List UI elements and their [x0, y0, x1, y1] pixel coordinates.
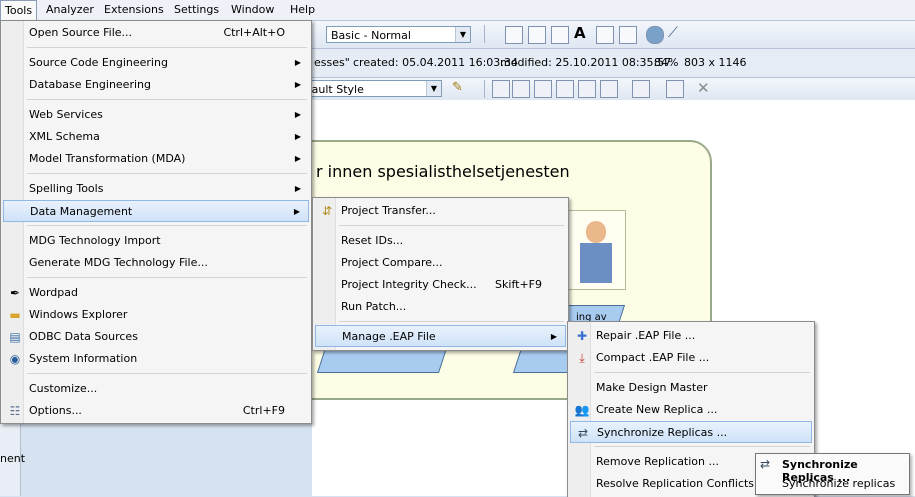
menu-tools[interactable]: Tools	[0, 0, 38, 21]
panel-label-fragment: nent	[0, 452, 26, 465]
connector-icon[interactable]: ⟋	[668, 25, 678, 41]
menu-bar: Tools Analyzer Extensions Settings Windo…	[0, 0, 915, 21]
modified-timestamp: modified: 25.10.2011 08:35:57	[500, 56, 672, 69]
document-icon[interactable]	[551, 26, 569, 44]
style-combo[interactable]: Basic - Normal ▼	[326, 26, 471, 43]
menu-item-odbc-data-sources[interactable]: ▤ ODBC Data Sources	[3, 326, 309, 348]
style-combo-value: Basic - Normal	[331, 29, 411, 42]
globe-icon[interactable]	[646, 26, 664, 44]
menu-extensions[interactable]: Extensions	[100, 0, 168, 20]
compact-icon: ⤓	[579, 351, 585, 365]
menu-item-run-patch[interactable]: Run Patch...	[315, 296, 566, 318]
font-style-combo[interactable]: efault Style ▼	[296, 80, 442, 97]
sync-icon: ⇄	[760, 457, 771, 471]
wordpad-icon: ✒	[9, 286, 21, 300]
package-title: r innen spesialisthelsetjenesten	[316, 162, 570, 181]
menu-item-project-compare[interactable]: Project Compare...	[315, 252, 566, 274]
people-icon: 👥	[574, 403, 590, 417]
sync-icon: ⇄	[577, 426, 589, 440]
menu-item-system-information[interactable]: ◉ System Information	[3, 348, 309, 370]
person-body	[580, 243, 612, 283]
menu-item-create-new-replica[interactable]: 👥 Create New Replica ...	[570, 399, 812, 421]
paint-icon[interactable]: ✎	[452, 80, 463, 95]
diagram-name: esses"	[314, 56, 350, 69]
toolbar-separator	[484, 80, 485, 98]
align-bottom-icon[interactable]	[556, 80, 574, 98]
menu-item-model-transformation[interactable]: Model Transformation (MDA) ▶	[3, 148, 309, 170]
menu-item-make-design-master[interactable]: Make Design Master	[570, 377, 812, 399]
zoom-level: 84%	[654, 56, 679, 69]
text-icon[interactable]: A	[574, 24, 586, 42]
toolbar-separator	[484, 25, 485, 43]
repair-icon: ✚	[576, 329, 588, 343]
actor-image[interactable]	[567, 210, 626, 290]
image-icon[interactable]	[666, 80, 684, 98]
note-icon[interactable]	[528, 26, 546, 44]
menu-item-windows-explorer[interactable]: ▬ Windows Explorer	[3, 304, 309, 326]
info-icon: ◉	[9, 352, 21, 366]
menu-item-data-management[interactable]: Data Management ▶	[3, 200, 309, 222]
space-evenly-icon[interactable]	[600, 80, 618, 98]
chevron-down-icon[interactable]: ▼	[455, 27, 470, 42]
menu-settings[interactable]: Settings	[170, 0, 223, 20]
created-timestamp: created: 05.04.2011 16:03:34	[353, 56, 518, 69]
menu-item-compact-eap[interactable]: ⤓ Compact .EAP File ...	[570, 347, 812, 369]
menu-item-customize[interactable]: Customize...	[3, 378, 309, 400]
menu-item-repair-eap[interactable]: ✚ Repair .EAP File ...	[570, 325, 812, 347]
database-icon: ▤	[9, 330, 21, 344]
menu-item-open-source-file[interactable]: Open Source File... Ctrl+Alt+O	[3, 22, 309, 44]
menu-window[interactable]: Window	[227, 0, 278, 20]
chevron-down-icon[interactable]: ▼	[426, 81, 441, 96]
menu-item-web-services[interactable]: Web Services ▶	[3, 104, 309, 126]
menu-item-reset-ids[interactable]: Reset IDs...	[315, 230, 566, 252]
diagram-size: 803 x 1146	[684, 56, 747, 69]
list-icon[interactable]	[619, 26, 637, 44]
menu-item-options[interactable]: ☷ Options... Ctrl+F9	[3, 400, 309, 422]
menu-item-project-integrity-check[interactable]: Project Integrity Check... Skift+F9	[315, 274, 566, 296]
menu-item-mdg-technology-import[interactable]: MDG Technology Import	[3, 230, 309, 252]
menu-item-generate-mdg-technology-file[interactable]: Generate MDG Technology File...	[3, 252, 309, 274]
menu-item-synchronize-replicas[interactable]: ⇄ Synchronize Replicas ...	[570, 421, 812, 443]
tools-menu: Open Source File... Ctrl+Alt+O Source Cod…	[0, 20, 312, 424]
data-management-menu: ⇵ Project Transfer... Reset IDs... Projec…	[312, 197, 569, 351]
options-icon: ☷	[9, 404, 21, 418]
new-element-icon[interactable]	[505, 26, 523, 44]
menu-item-wordpad[interactable]: ✒ Wordpad	[3, 282, 309, 304]
align-left-icon[interactable]	[492, 80, 510, 98]
menu-analyzer[interactable]: Analyzer	[42, 0, 98, 20]
transfer-icon: ⇵	[321, 204, 333, 218]
menu-item-project-transfer[interactable]: ⇵ Project Transfer...	[315, 200, 566, 222]
tooltip-text: Synchronize replicas	[782, 477, 896, 490]
same-size-icon[interactable]	[578, 80, 596, 98]
align-top-icon[interactable]	[534, 80, 552, 98]
menu-item-manage-eap-file[interactable]: Manage .EAP File ▶	[315, 325, 566, 347]
folder-icon: ▬	[9, 308, 21, 322]
tooltip: ⇄ Synchronize Replicas ... Synchronize r…	[755, 453, 910, 495]
delete-icon[interactable]: ✕	[697, 79, 710, 97]
menu-help[interactable]: Help	[286, 0, 319, 20]
align-center-icon[interactable]	[512, 80, 530, 98]
menu-item-database-engineering[interactable]: Database Engineering ▶	[3, 74, 309, 96]
menu-item-xml-schema[interactable]: XML Schema ▶	[3, 126, 309, 148]
layout-icon[interactable]	[632, 80, 650, 98]
menu-item-spelling-tools[interactable]: Spelling Tools ▶	[3, 178, 309, 200]
person-icon	[586, 221, 606, 243]
hyperlink-icon[interactable]	[596, 26, 614, 44]
menu-item-source-code-engineering[interactable]: Source Code Engineering ▶	[3, 52, 309, 74]
